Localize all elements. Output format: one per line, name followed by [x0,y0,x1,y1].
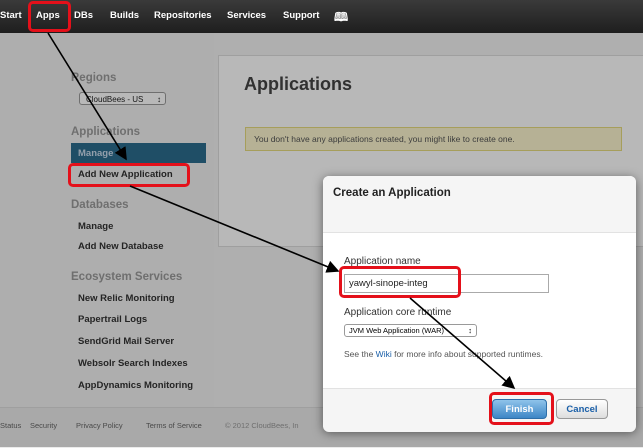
annotation-arrows [47,32,516,390]
arrow-name-to-finish [409,297,516,390]
arrow-apps-to-add [47,32,127,161]
arrow-add-to-name [129,185,340,273]
